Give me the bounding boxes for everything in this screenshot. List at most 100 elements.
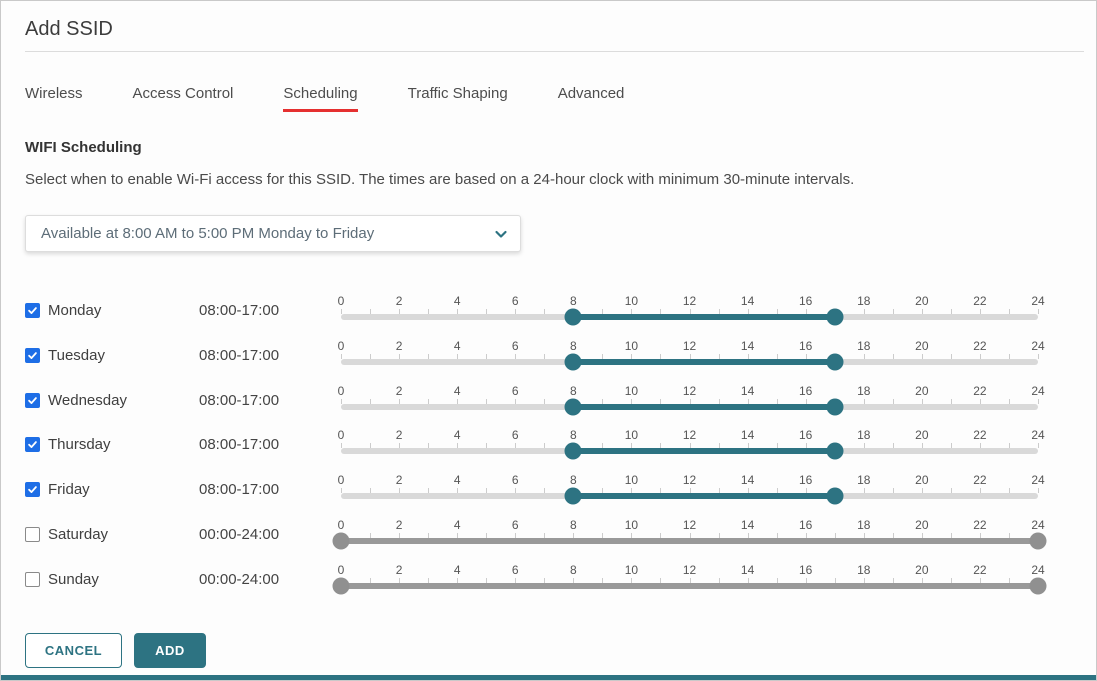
slider-handle-start[interactable] xyxy=(565,443,582,460)
check-icon xyxy=(27,350,38,361)
slider-handle-start[interactable] xyxy=(333,532,350,549)
day-row-wednesday: Wednesday08:00-17:0002468101214161820222… xyxy=(25,379,1096,424)
tab-traffic-shaping[interactable]: Traffic Shaping xyxy=(408,85,508,112)
tab-label: Advanced xyxy=(558,85,625,102)
axis-tick-label: 8 xyxy=(570,518,577,532)
tab-advanced[interactable]: Advanced xyxy=(558,85,625,112)
time-slider-wednesday[interactable]: 024681012141618202224 xyxy=(341,379,1038,410)
axis-tick-label: 0 xyxy=(338,294,345,308)
axis-tick-label: 6 xyxy=(512,518,519,532)
axis-tick-label: 22 xyxy=(973,384,986,398)
slider-selected-range xyxy=(573,448,834,454)
day-label: Wednesday xyxy=(48,392,127,409)
axis-tick-label: 18 xyxy=(857,563,870,577)
checkbox-monday[interactable] xyxy=(25,303,40,318)
axis-tick-label: 8 xyxy=(570,428,577,442)
axis-tick-label: 22 xyxy=(973,563,986,577)
axis-tick-label: 20 xyxy=(915,384,928,398)
axis-tick-label: 22 xyxy=(973,518,986,532)
axis-tick-label: 0 xyxy=(338,473,345,487)
axis-tick-label: 24 xyxy=(1031,518,1044,532)
axis-tick-label: 18 xyxy=(857,384,870,398)
slider-track[interactable] xyxy=(341,538,1038,544)
axis-tick-label: 16 xyxy=(799,339,812,353)
time-slider-tuesday[interactable]: 024681012141618202224 xyxy=(341,334,1038,365)
slider-handle-end[interactable] xyxy=(826,443,843,460)
time-range: 08:00-17:00 xyxy=(199,289,341,319)
tab-label: Access Control xyxy=(133,85,234,102)
slider-track[interactable] xyxy=(341,359,1038,365)
slider-handle-end[interactable] xyxy=(826,398,843,415)
axis-tick-label: 10 xyxy=(625,518,638,532)
slider-track[interactable] xyxy=(341,404,1038,410)
page-title: Add SSID xyxy=(25,18,1072,41)
axis-tick-label: 2 xyxy=(396,294,403,308)
tab-scheduling[interactable]: Scheduling xyxy=(283,85,357,112)
slider-handle-end[interactable] xyxy=(1030,532,1047,549)
checkbox-friday[interactable] xyxy=(25,482,40,497)
slider-handle-end[interactable] xyxy=(1030,577,1047,594)
checkbox-thursday[interactable] xyxy=(25,437,40,452)
day-row-sunday: Sunday00:00-24:00024681012141618202224 xyxy=(25,558,1096,603)
cancel-button[interactable]: CANCEL xyxy=(25,633,122,668)
axis-tick-label: 12 xyxy=(683,518,696,532)
tab-access-control[interactable]: Access Control xyxy=(133,85,234,112)
slider-handle-start[interactable] xyxy=(565,488,582,505)
slider-track[interactable] xyxy=(341,314,1038,320)
tabs: Wireless Access Control Scheduling Traffic … xyxy=(25,85,1096,112)
day-label: Friday xyxy=(48,481,90,498)
footer-actions: CANCEL ADD xyxy=(25,633,1096,668)
time-slider-sunday[interactable]: 024681012141618202224 xyxy=(341,558,1038,589)
checkbox-sunday[interactable] xyxy=(25,572,40,587)
axis-tick-label: 6 xyxy=(512,428,519,442)
slider-handle-start[interactable] xyxy=(333,577,350,594)
slider-handle-start[interactable] xyxy=(565,398,582,415)
slider-selected-range xyxy=(341,538,1038,544)
axis-tick-label: 10 xyxy=(625,294,638,308)
time-range: 08:00-17:00 xyxy=(199,334,341,364)
axis-tick-label: 10 xyxy=(625,563,638,577)
axis-tick-label: 0 xyxy=(338,563,345,577)
slider-handle-end[interactable] xyxy=(826,488,843,505)
slider-track[interactable] xyxy=(341,583,1038,589)
wifi-scheduling-heading: WIFI Scheduling xyxy=(25,139,1096,156)
axis-tick-label: 8 xyxy=(570,473,577,487)
slider-handle-end[interactable] xyxy=(826,309,843,326)
slider-handle-start[interactable] xyxy=(565,353,582,370)
slider-handle-end[interactable] xyxy=(826,353,843,370)
schedule-preset-dropdown[interactable]: Available at 8:00 AM to 5:00 PM Monday t… xyxy=(25,215,521,252)
axis-tick-label: 24 xyxy=(1031,339,1044,353)
axis-tick-label: 4 xyxy=(454,339,461,353)
axis-tick-label: 4 xyxy=(454,518,461,532)
time-range: 08:00-17:00 xyxy=(199,468,341,498)
time-range: 08:00-17:00 xyxy=(199,379,341,409)
slider-axis-labels: 024681012141618202224 xyxy=(341,294,1038,308)
checkbox-saturday[interactable] xyxy=(25,527,40,542)
axis-tick-label: 18 xyxy=(857,339,870,353)
add-button[interactable]: ADD xyxy=(134,633,206,668)
axis-tick-label: 8 xyxy=(570,563,577,577)
tab-wireless[interactable]: Wireless xyxy=(25,85,83,112)
slider-handle-start[interactable] xyxy=(565,309,582,326)
axis-tick-label: 4 xyxy=(454,563,461,577)
day-row-saturday: Saturday00:00-24:00024681012141618202224 xyxy=(25,513,1096,558)
day-label: Tuesday xyxy=(48,347,105,364)
time-slider-thursday[interactable]: 024681012141618202224 xyxy=(341,423,1038,454)
checkbox-tuesday[interactable] xyxy=(25,348,40,363)
slider-track[interactable] xyxy=(341,448,1038,454)
time-slider-friday[interactable]: 024681012141618202224 xyxy=(341,468,1038,499)
slider-selected-range xyxy=(573,404,834,410)
time-slider-monday[interactable]: 024681012141618202224 xyxy=(341,289,1038,320)
checkbox-wednesday[interactable] xyxy=(25,393,40,408)
day-label: Thursday xyxy=(48,436,111,453)
axis-tick-label: 18 xyxy=(857,518,870,532)
axis-tick-label: 24 xyxy=(1031,473,1044,487)
slider-track[interactable] xyxy=(341,493,1038,499)
time-slider-saturday[interactable]: 024681012141618202224 xyxy=(341,513,1038,544)
axis-tick-label: 8 xyxy=(570,384,577,398)
axis-tick-label: 16 xyxy=(799,428,812,442)
slider-selected-range xyxy=(573,359,834,365)
axis-tick-label: 12 xyxy=(683,339,696,353)
axis-tick-label: 8 xyxy=(570,339,577,353)
day-row-thursday: Thursday08:00-17:00024681012141618202224 xyxy=(25,423,1096,468)
